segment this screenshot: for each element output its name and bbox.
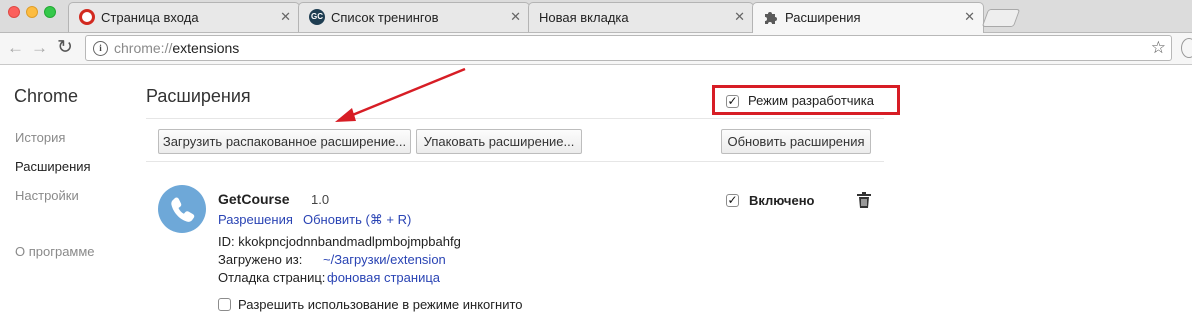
inspect-views-label: Отладка страниц: [218,270,326,285]
extension-name: GetCourse [218,191,290,207]
background-page-link[interactable]: фоновая страница [327,270,440,285]
enabled-label: Включено [749,193,815,208]
trash-icon[interactable] [856,192,872,214]
extension-phone-icon [158,185,206,233]
loaded-from-label: Загружено из: [218,252,303,267]
extension-id: ID: kkokpncjodnnbandmadlpmbojmpbahfg [218,234,461,249]
enabled-checkbox[interactable]: ✓ [726,194,739,207]
reload-extension-link[interactable]: Обновить (⌘ + R) [303,212,411,228]
annotation-arrow-icon [335,67,466,122]
incognito-checkbox[interactable] [218,298,231,311]
incognito-label: Разрешить использование в режиме инкогни… [238,297,523,312]
loaded-from-path-link[interactable]: ~/Загрузки/extension [323,252,446,267]
permissions-link[interactable]: Разрешения [218,212,293,227]
extension-version: 1.0 [311,192,330,207]
